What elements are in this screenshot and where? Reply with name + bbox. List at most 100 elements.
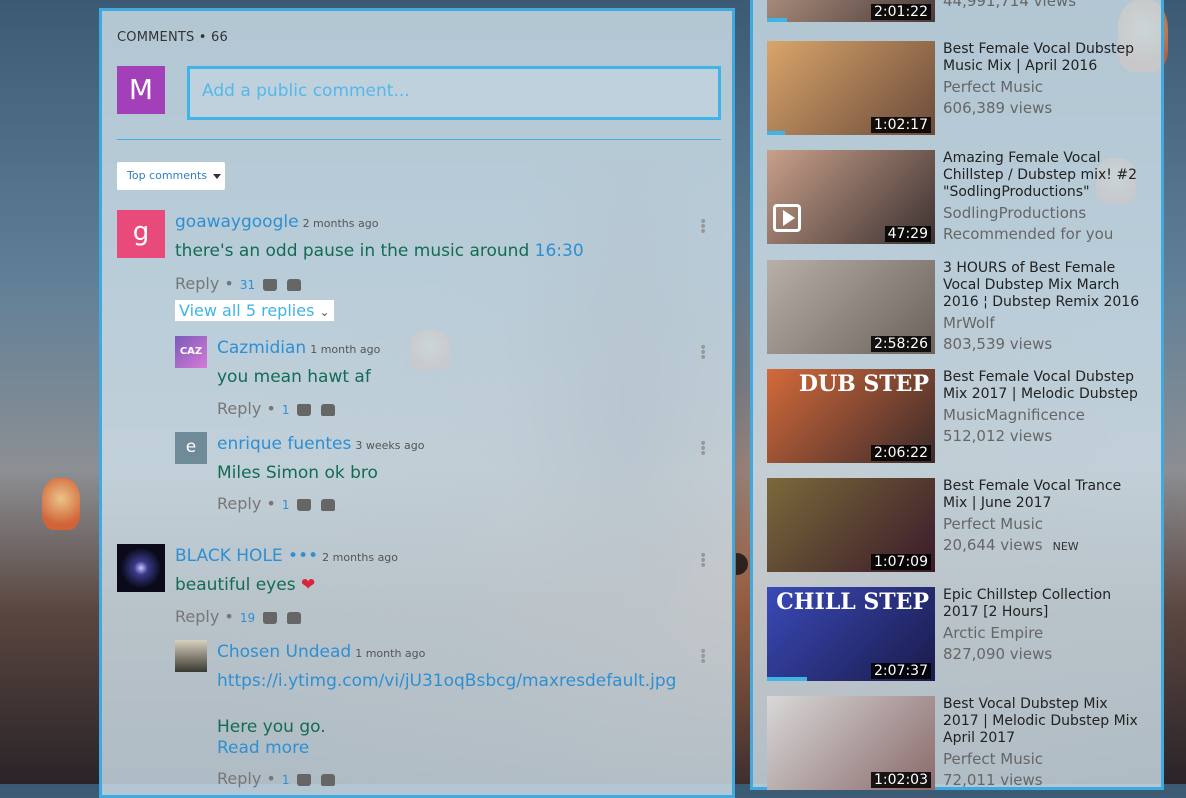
comment-author[interactable]: Cazmidian 1 month ago (217, 338, 380, 358)
heart-icon: ❤ (300, 575, 316, 595)
video-title[interactable]: Amazing Female Vocal Chillstep / Dubstep… (943, 150, 1143, 201)
author-name[interactable]: Cazmidian (217, 338, 306, 358)
avatar[interactable] (117, 544, 165, 592)
author-name[interactable]: enrique fuentes (217, 434, 351, 454)
related-video[interactable]: 1:02:03 Best Vocal Dubstep Mix 2017 | Mel… (767, 696, 1147, 792)
watch-progress-bar (767, 677, 807, 681)
reply-button[interactable]: Reply (175, 607, 219, 626)
comment-actions: Reply • 1 (217, 769, 345, 788)
video-thumbnail[interactable]: 2:58:26 (767, 260, 935, 354)
add-comment-input[interactable]: Add a public comment... (187, 66, 721, 120)
video-thumbnail[interactable]: 1:07:09 (767, 478, 935, 572)
avatar[interactable] (175, 640, 207, 672)
related-video-partial[interactable]: 2:01:22 44,991,714 views (767, 0, 1147, 24)
video-thumbnail[interactable]: 1:02:17 (767, 41, 935, 135)
sort-comments-dropdown[interactable]: Top comments (117, 162, 225, 190)
reply-button[interactable]: Reply (217, 769, 261, 788)
current-user-avatar[interactable]: M (117, 66, 165, 114)
video-thumbnail[interactable]: 47:29 (767, 150, 935, 244)
thumbs-down-icon[interactable] (287, 611, 302, 624)
video-title[interactable]: Best Female Vocal Trance Mix | June 2017 (943, 478, 1143, 512)
thumbs-down-icon[interactable] (287, 278, 302, 291)
comment-author[interactable]: goawaygoogle 2 months ago (175, 212, 378, 232)
comment-text: Miles Simon ok bro (217, 463, 378, 483)
author-name[interactable]: BLACK HOLE ••• (175, 546, 318, 566)
watch-progress-bar (767, 131, 785, 135)
reply-button[interactable]: Reply (217, 494, 261, 513)
comment-time[interactable]: 2 months ago (303, 217, 379, 230)
comment-text: beautiful eyes ❤ (175, 575, 315, 595)
video-channel[interactable]: MusicMagnificence (943, 406, 1085, 424)
comment-actions: Reply • 1 (217, 494, 345, 513)
comment-time[interactable]: 2 months ago (322, 551, 398, 564)
timestamp-link[interactable]: 16:30 (535, 241, 584, 261)
video-thumbnail[interactable]: 1:02:03 (767, 696, 935, 790)
video-channel[interactable]: Perfect Music (943, 750, 1043, 768)
video-title[interactable]: 3 HOURS of Best Female Vocal Dubstep Mix… (943, 260, 1143, 311)
comment-actions: Reply • 31 (175, 274, 311, 293)
related-video[interactable]: 2:58:26 3 HOURS of Best Female Vocal Dubs… (767, 260, 1147, 356)
view-replies-button[interactable]: View all 5 replies ⌄ (175, 300, 334, 321)
reply-button[interactable]: Reply (217, 399, 261, 418)
comment-time[interactable]: 1 month ago (355, 647, 425, 660)
video-channel[interactable]: MrWolf (943, 314, 995, 332)
thumbs-up-icon[interactable] (297, 403, 312, 416)
avatar[interactable]: g (117, 210, 165, 258)
video-thumbnail[interactable]: DUB STEP 2:06:22 (767, 369, 935, 463)
video-duration: 47:29 (884, 226, 931, 242)
video-views: 827,090 views (943, 645, 1052, 663)
like-count: 31 (239, 278, 256, 292)
thumbs-up-icon[interactable] (263, 278, 278, 291)
video-views: 44,991,714 views (943, 0, 1077, 10)
comments-count-header: COMMENTS • 66 (117, 30, 228, 45)
video-views-text: 72,011 views (943, 771, 1043, 789)
related-video[interactable]: 47:29 Amazing Female Vocal Chillstep / Du… (767, 150, 1147, 246)
thumbs-down-icon[interactable] (321, 498, 336, 511)
related-video[interactable]: CHILL STEP 2:07:37 Epic Chillstep Collecti… (767, 587, 1147, 683)
related-video[interactable]: 1:07:09 Best Female Vocal Trance Mix | Ju… (767, 478, 1147, 574)
thumbs-up-icon[interactable] (263, 611, 278, 624)
author-name[interactable]: goawaygoogle (175, 212, 299, 232)
more-options-icon[interactable]: • • • (699, 341, 707, 365)
more-options-icon[interactable]: • • • (699, 437, 707, 461)
video-title[interactable]: Best Female Vocal Dubstep Mix 2017 | Mel… (943, 369, 1143, 403)
read-more-link[interactable]: Read more (217, 738, 309, 758)
like-count: 1 (281, 773, 290, 787)
video-duration: 1:07:09 (871, 554, 931, 570)
video-views: 606,389 views (943, 99, 1052, 117)
thumbs-up-icon[interactable] (297, 498, 312, 511)
comment-author[interactable]: BLACK HOLE ••• 2 months ago (175, 546, 398, 566)
video-title[interactable]: Best Female Vocal Dubstep Music Mix | Ap… (943, 41, 1143, 75)
related-video[interactable]: DUB STEP 2:06:22 Best Female Vocal Dubstep… (767, 369, 1147, 465)
comment-link[interactable]: https://i.ytimg.com/vi/jU31oqBsbcg/maxre… (217, 671, 676, 691)
sort-label: Top comments (127, 169, 208, 182)
comment-time[interactable]: 3 weeks ago (355, 439, 424, 452)
related-video[interactable]: 1:02:17 Best Female Vocal Dubstep Music M… (767, 41, 1147, 137)
video-views-text: 827,090 views (943, 645, 1053, 663)
more-options-icon[interactable]: • • • (699, 215, 707, 239)
video-channel[interactable]: Arctic Empire (943, 624, 1043, 642)
comment-text: there's an odd pause in the music around… (175, 241, 584, 261)
video-channel[interactable]: Perfect Music (943, 78, 1043, 96)
video-views-text: 20,644 views (943, 536, 1043, 554)
reply-button[interactable]: Reply (175, 274, 219, 293)
video-channel[interactable]: SodlingProductions (943, 204, 1086, 222)
comment-time[interactable]: 1 month ago (310, 343, 380, 356)
comment-author[interactable]: Chosen Undead 1 month ago (217, 642, 425, 662)
thumbs-down-icon[interactable] (321, 403, 336, 416)
video-channel[interactable]: Perfect Music (943, 515, 1043, 533)
video-thumbnail[interactable]: 2:01:22 (767, 0, 935, 22)
more-options-icon[interactable]: • • • (699, 549, 707, 573)
avatar[interactable]: CAZ (175, 336, 207, 368)
video-duration: 2:01:22 (871, 4, 931, 20)
video-views-text: Recommended for you (943, 225, 1114, 243)
video-title[interactable]: Epic Chillstep Collection 2017 [2 Hours] (943, 587, 1143, 621)
author-name[interactable]: Chosen Undead (217, 642, 351, 662)
more-options-icon[interactable]: • • • (699, 645, 707, 669)
video-thumbnail[interactable]: CHILL STEP 2:07:37 (767, 587, 935, 681)
comment-body: beautiful eyes (175, 575, 301, 595)
chevron-down-icon (213, 173, 222, 179)
video-title[interactable]: Best Vocal Dubstep Mix 2017 | Melodic Du… (943, 696, 1143, 747)
comment-author[interactable]: enrique fuentes 3 weeks ago (217, 434, 424, 454)
avatar[interactable]: e (175, 432, 207, 464)
